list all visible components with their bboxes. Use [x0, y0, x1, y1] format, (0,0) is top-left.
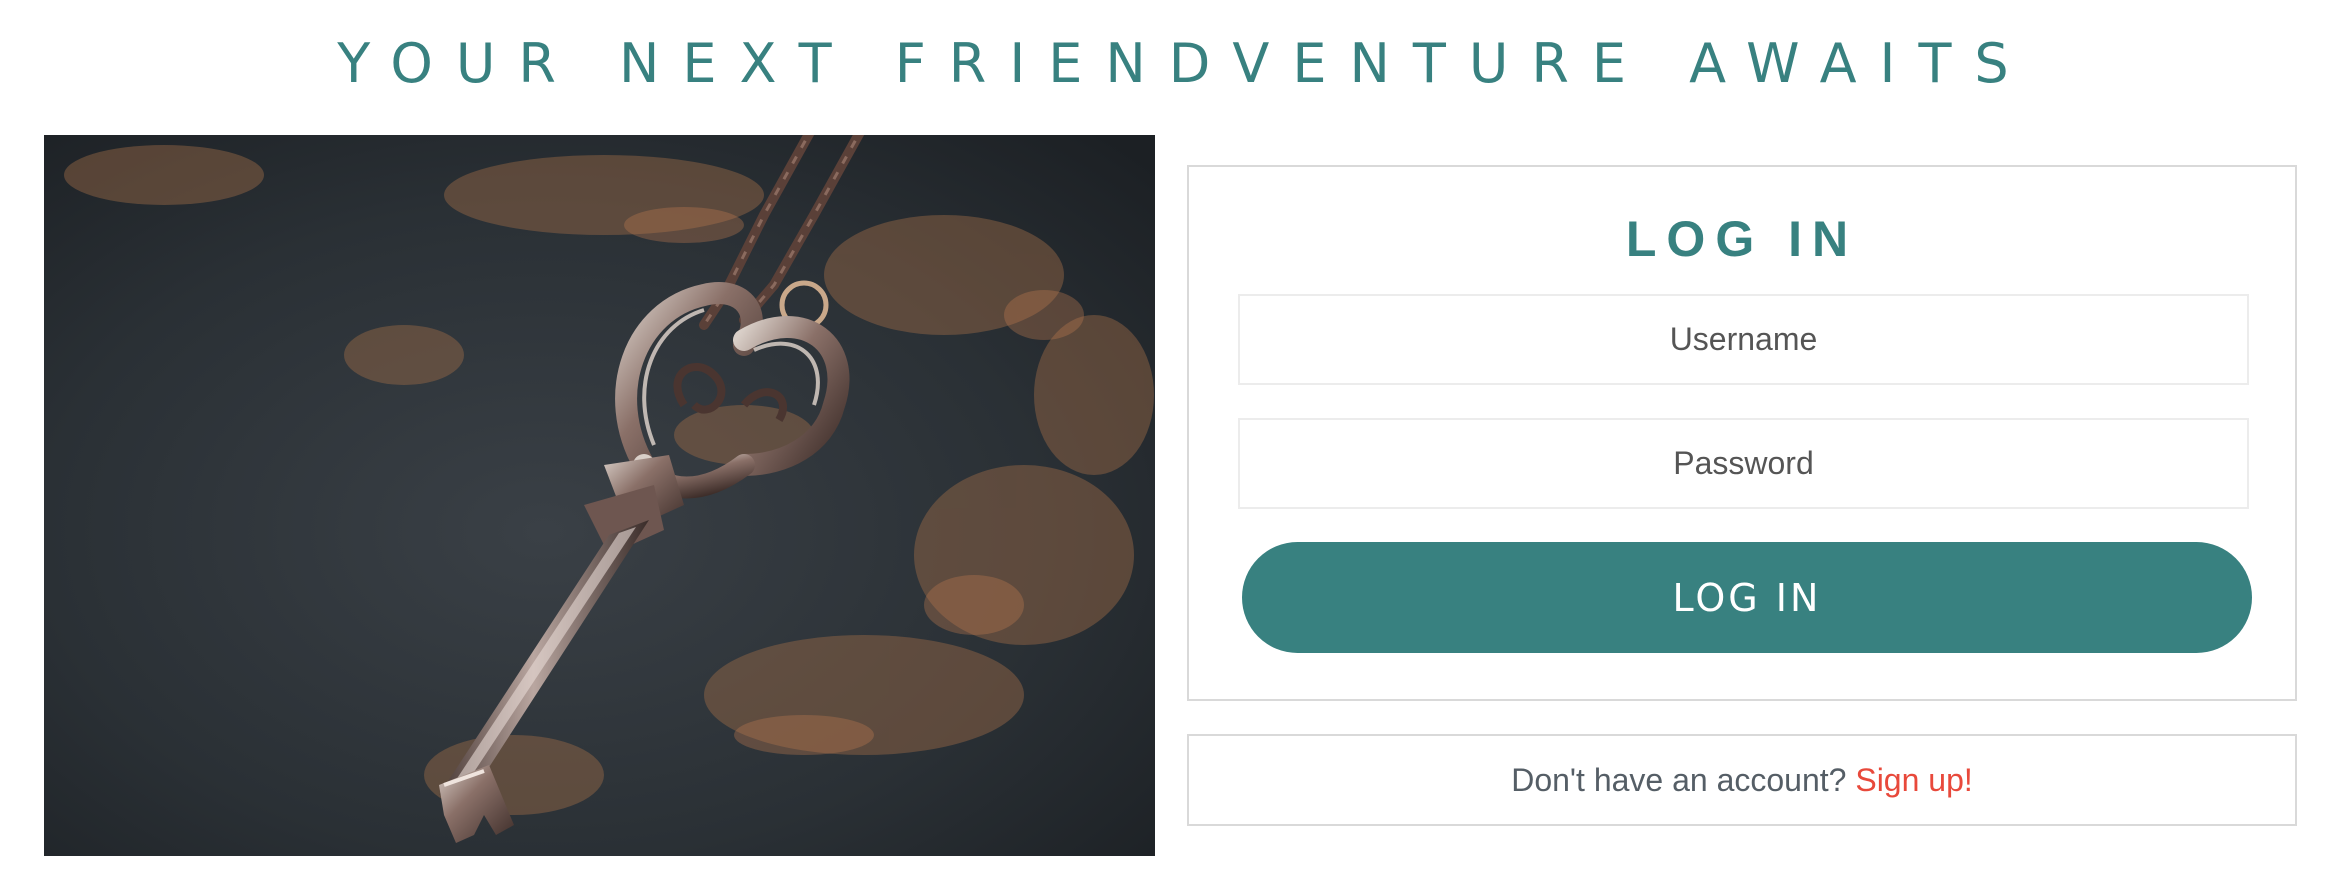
login-card: LOG IN LOG IN — [1187, 165, 2297, 701]
username-input[interactable] — [1238, 294, 2249, 385]
password-input[interactable] — [1238, 418, 2249, 509]
signup-link[interactable]: Sign up! — [1855, 762, 1972, 799]
key-icon — [44, 135, 1155, 856]
hero-key-image — [44, 135, 1155, 856]
signup-card: Don't have an account? Sign up! — [1187, 734, 2297, 826]
signup-prompt: Don't have an account? — [1511, 761, 1856, 798]
login-submit-button[interactable]: LOG IN — [1242, 542, 2252, 653]
page-headline: YOUR NEXT FRIENDVENTURE AWAITS — [337, 32, 2032, 95]
login-heading: LOG IN — [1625, 211, 1859, 267]
